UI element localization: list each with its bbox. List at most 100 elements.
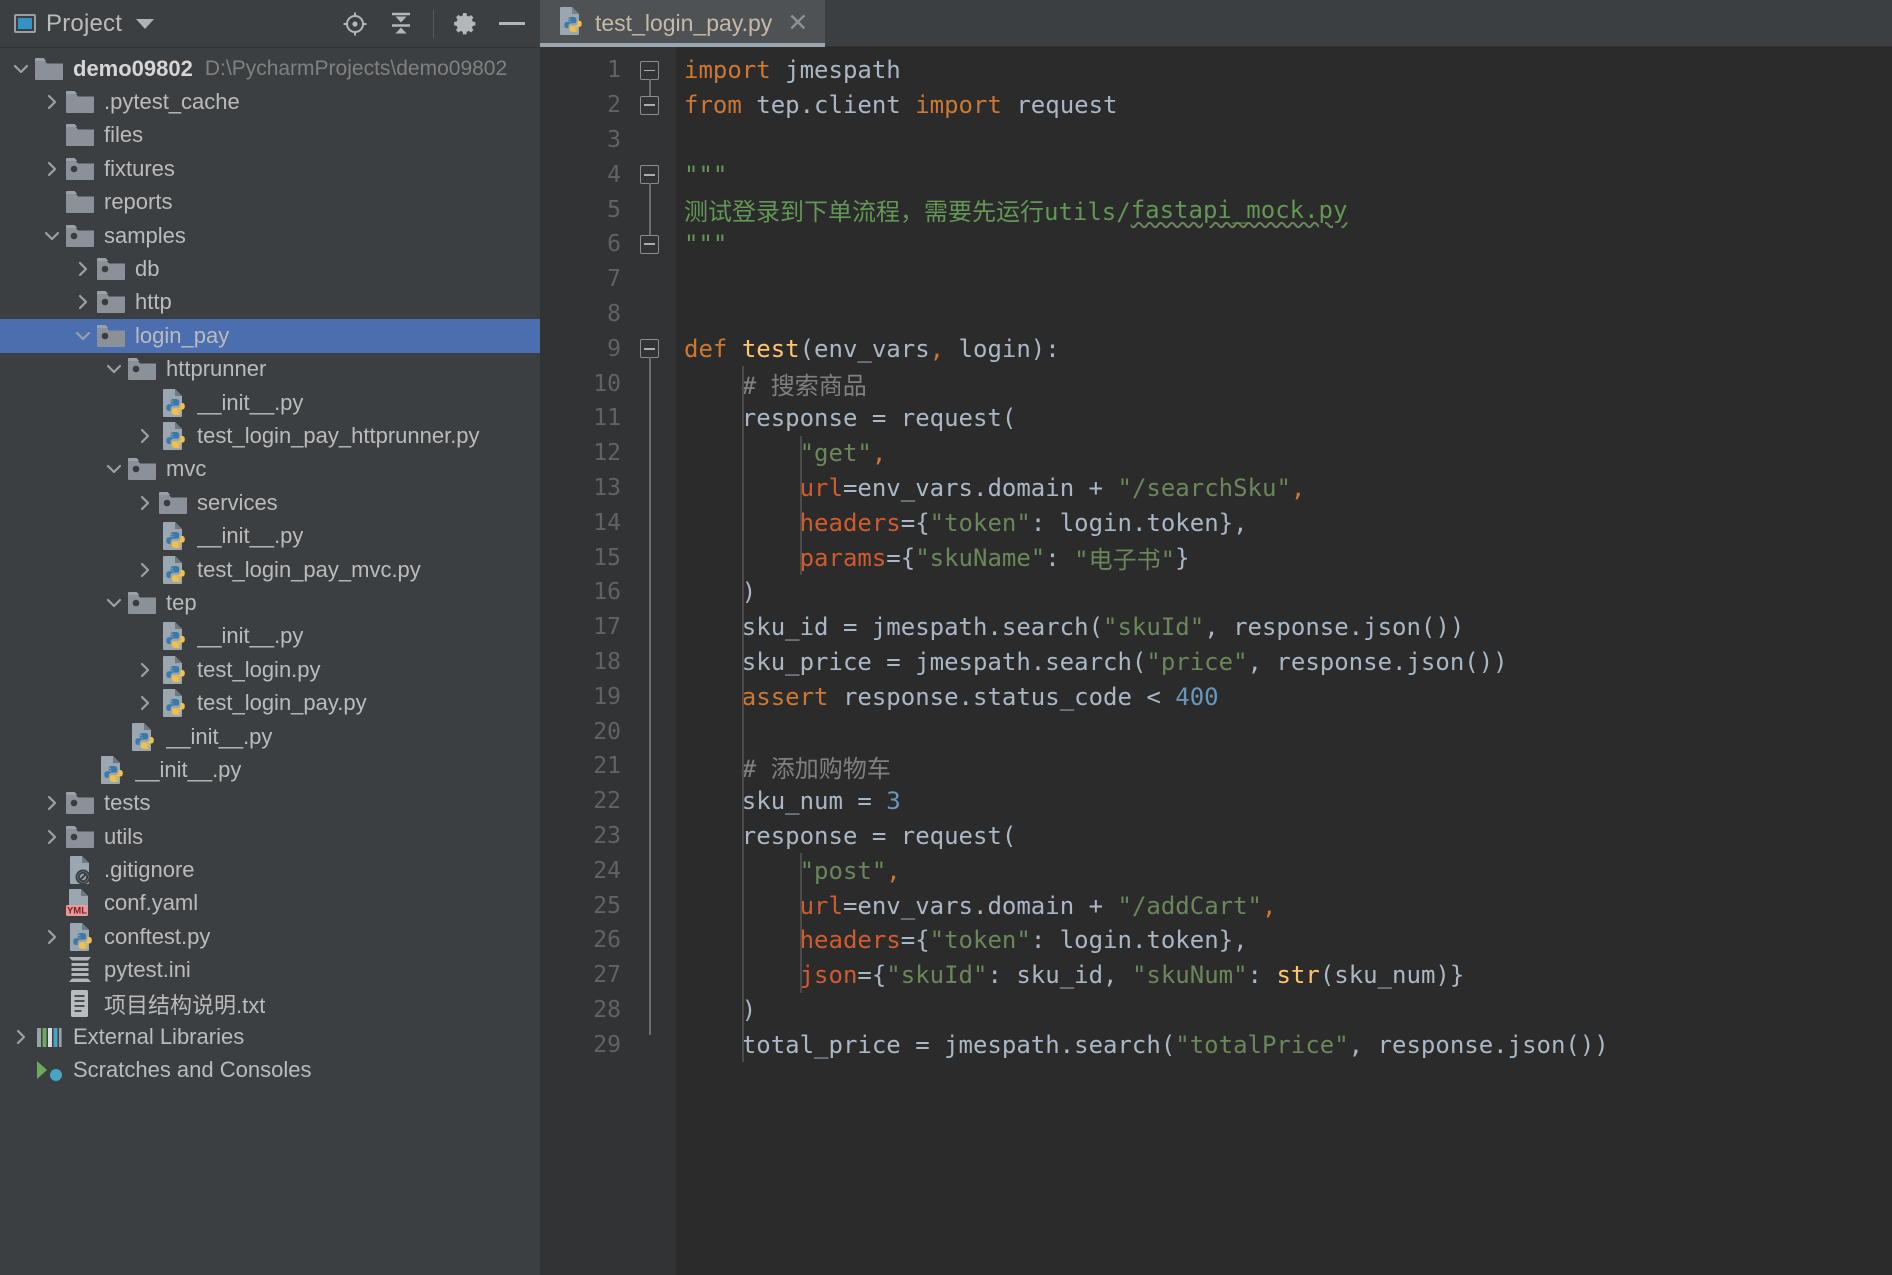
fold-collapse-icon[interactable] <box>640 95 659 115</box>
tree-row-init-py[interactable]: __init__.py <box>0 753 540 786</box>
project-title-group[interactable]: Project <box>14 10 155 38</box>
code-line[interactable] <box>676 714 1892 749</box>
chevron-down-icon[interactable] <box>43 227 61 245</box>
tree-row-test-login-pay-mvc-py[interactable]: test_login_pay_mvc.py <box>0 553 540 586</box>
collapse-all-icon[interactable] <box>387 10 415 38</box>
fold-marker-slot[interactable] <box>632 53 676 88</box>
tree-row-tep[interactable]: tep <box>0 586 540 619</box>
code-line[interactable]: headers ={"token": login.token}, <box>676 505 1892 540</box>
tree-expand-toggle[interactable] <box>39 152 65 185</box>
tree-expand-toggle[interactable] <box>101 353 127 386</box>
tree-row-test-login-pay-httprunner-py[interactable]: test_login_pay_httprunner.py <box>0 419 540 452</box>
code-line[interactable]: import jmespath <box>676 53 1892 88</box>
tree-expand-toggle[interactable] <box>70 319 96 352</box>
code-line[interactable]: assert response.status_code < 400 <box>676 679 1892 714</box>
tree-row-init-py[interactable]: __init__.py <box>0 620 540 653</box>
tree-row-scratches-and-consoles[interactable]: Scratches and Consoles <box>0 1054 540 1087</box>
code-line[interactable] <box>676 262 1892 297</box>
chevron-right-icon[interactable] <box>43 93 61 111</box>
tree-expand-toggle[interactable] <box>70 253 96 286</box>
tree-row-pytest-ini[interactable]: pytest.ini <box>0 954 540 987</box>
close-icon[interactable]: ✕ <box>783 11 808 36</box>
locate-icon[interactable] <box>341 10 369 38</box>
tree-expand-toggle[interactable] <box>39 787 65 820</box>
chevron-right-icon[interactable] <box>74 293 92 311</box>
tree-expand-toggle[interactable] <box>39 219 65 252</box>
chevron-right-icon[interactable] <box>74 260 92 278</box>
fold-marker-slot[interactable] <box>632 331 676 366</box>
tree-expand-toggle[interactable] <box>132 553 158 586</box>
code-line[interactable]: headers ={"token": login.token}, <box>676 923 1892 958</box>
code-line[interactable]: ) <box>676 993 1892 1028</box>
code-line[interactable]: from tep.client import request <box>676 88 1892 123</box>
code-line[interactable] <box>676 297 1892 332</box>
fold-collapse-icon[interactable] <box>640 234 659 254</box>
fold-marker-slot[interactable] <box>632 157 676 192</box>
chevron-down-icon[interactable] <box>105 594 123 612</box>
chevron-right-icon[interactable] <box>43 794 61 812</box>
chevron-right-icon[interactable] <box>136 561 154 579</box>
code-line[interactable] <box>676 123 1892 158</box>
code-line[interactable]: sku_id = jmespath.search("skuId", respon… <box>676 610 1892 645</box>
code-line[interactable]: sku_num = 3 <box>676 784 1892 819</box>
tree-expand-toggle[interactable] <box>70 286 96 319</box>
tree-expand-toggle[interactable] <box>8 1021 34 1054</box>
code-editor[interactable]: 1 2 3 4 5 6 7 8 9 10 11 12 13 14 15 16 17 18 19 20 21 22 23 24 2… <box>540 47 1892 1275</box>
code-line[interactable]: url =env_vars.domain + "/searchSku", <box>676 471 1892 506</box>
code-line[interactable]: json ={"skuId": sku_id, "skuNum": str (sku… <box>676 958 1892 993</box>
chevron-right-icon[interactable] <box>136 694 154 712</box>
tree-row-reports[interactable]: reports <box>0 186 540 219</box>
tree-row-httprunner[interactable]: httprunner <box>0 353 540 386</box>
code-text[interactable]: import jmespath from tep.client import re… <box>676 47 1892 1275</box>
chevron-right-icon[interactable] <box>136 661 154 679</box>
chevron-down-icon[interactable] <box>105 460 123 478</box>
code-line[interactable]: "get", <box>676 436 1892 471</box>
tree-row-files[interactable]: files <box>0 119 540 152</box>
tree-expand-toggle[interactable] <box>39 920 65 953</box>
chevron-right-icon[interactable] <box>136 427 154 445</box>
code-line[interactable]: """ <box>676 227 1892 262</box>
tree-row-tests[interactable]: tests <box>0 787 540 820</box>
tree-row-mvc[interactable]: mvc <box>0 453 540 486</box>
tree-row-http[interactable]: http <box>0 286 540 319</box>
code-line[interactable]: 测试登录到下单流程，需要先运行utils/fastapi_mock.py <box>676 192 1892 227</box>
chevron-down-icon[interactable] <box>105 360 123 378</box>
minimize-icon[interactable] <box>498 10 526 38</box>
project-tree[interactable]: demo09802 D:\PycharmProjects\demo09802 .py… <box>0 48 540 1275</box>
chevron-down-icon[interactable] <box>74 327 92 345</box>
chevron-right-icon[interactable] <box>43 828 61 846</box>
tree-expand-toggle[interactable] <box>101 453 127 486</box>
fold-marker-slot[interactable] <box>632 88 676 123</box>
tree-expand-toggle[interactable] <box>39 86 65 119</box>
tree-expand-toggle[interactable] <box>132 653 158 686</box>
tree-expand-toggle[interactable] <box>132 687 158 720</box>
code-line[interactable]: # 搜索商品 <box>676 366 1892 401</box>
code-line[interactable]: response = request( <box>676 819 1892 854</box>
code-line[interactable]: sku_price = jmespath.search("price", res… <box>676 645 1892 680</box>
tree-row-samples[interactable]: samples <box>0 219 540 252</box>
tree-row-login-pay[interactable]: login_pay <box>0 319 540 353</box>
tree-row-txt[interactable]: 项目结构说明.txt <box>0 987 540 1020</box>
tree-row-test-login-py[interactable]: test_login.py <box>0 653 540 686</box>
tree-row-db[interactable]: db <box>0 252 540 285</box>
code-line[interactable]: total_price = jmespath.search("totalPric… <box>676 1027 1892 1062</box>
fold-collapse-icon[interactable] <box>640 339 659 359</box>
code-line[interactable]: "post", <box>676 853 1892 888</box>
tree-row-init-py[interactable]: __init__.py <box>0 386 540 419</box>
tree-row-demo09802[interactable]: demo09802 D:\PycharmProjects\demo09802 <box>0 52 540 85</box>
tree-row-init-py[interactable]: __init__.py <box>0 720 540 753</box>
tree-row-external-libraries[interactable]: External Libraries <box>0 1020 540 1053</box>
fold-collapse-icon[interactable] <box>640 61 659 80</box>
tree-expand-toggle[interactable] <box>132 419 158 452</box>
tree-row-conf-yaml[interactable]: YML conf.yaml <box>0 887 540 920</box>
tree-expand-toggle[interactable] <box>132 486 158 519</box>
chevron-down-icon[interactable] <box>136 18 155 29</box>
editor-tab-test-login-pay[interactable]: test_login_pay.py ✕ <box>540 0 826 47</box>
code-line[interactable]: """ <box>676 157 1892 192</box>
tree-expand-toggle[interactable] <box>8 52 34 85</box>
fold-marker-slot[interactable] <box>632 227 676 262</box>
tree-row-services[interactable]: services <box>0 486 540 519</box>
code-line[interactable]: def test (env_vars, login): <box>676 331 1892 366</box>
chevron-right-icon[interactable] <box>43 160 61 178</box>
code-line[interactable]: params ={"skuName": "电子书"} <box>676 540 1892 575</box>
